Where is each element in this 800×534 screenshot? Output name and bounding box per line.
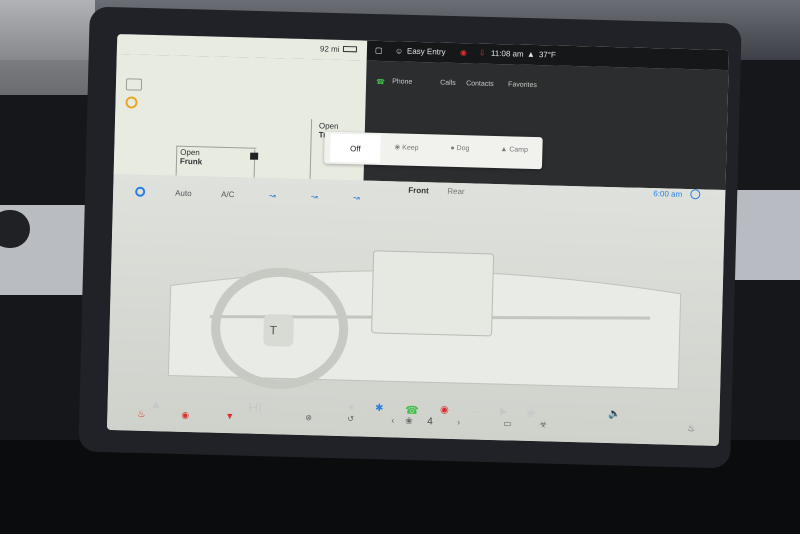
climate-dock-icon[interactable]: ❀ xyxy=(526,407,536,420)
passenger-airbag-icon: ▲ xyxy=(526,49,535,59)
lock-status-icon[interactable]: ▢ xyxy=(375,46,383,55)
outside-temp: 37°F xyxy=(538,50,556,60)
cabin-illustration: T xyxy=(167,250,682,390)
tab-contacts[interactable]: Contacts xyxy=(466,80,494,88)
auto-button[interactable]: Auto xyxy=(175,189,192,198)
mode-dog[interactable]: ● Dog xyxy=(450,145,469,152)
ac-button[interactable]: A/C xyxy=(221,190,235,199)
driver-temp[interactable]: HI xyxy=(248,400,262,416)
airflow-feet-icon[interactable]: ↝ xyxy=(311,192,318,201)
svg-text:T: T xyxy=(269,323,277,337)
tire-pressure-icon[interactable] xyxy=(125,96,138,109)
headlights-icon[interactable] xyxy=(125,78,143,91)
clock-icon[interactable] xyxy=(690,189,701,200)
more-apps-icon[interactable]: ⋯ xyxy=(470,405,481,418)
screen-illustration xyxy=(371,250,495,337)
games-icon[interactable]: ◉ xyxy=(440,405,449,416)
driver-profile[interactable]: Easy Entry xyxy=(407,47,446,57)
unlock-icon[interactable] xyxy=(250,152,259,160)
camera-icon[interactable]: ● xyxy=(348,402,354,413)
volume-icon[interactable]: 🔈 xyxy=(608,409,621,420)
download-icon[interactable]: ⇩ xyxy=(479,49,486,58)
tab-front[interactable]: Front xyxy=(408,186,429,196)
tent-icon: ▲ xyxy=(500,146,510,154)
power-icon[interactable] xyxy=(135,186,146,197)
range-text: 92 mi xyxy=(319,44,340,54)
tab-rear[interactable]: Rear xyxy=(447,187,465,196)
mode-off[interactable]: Off xyxy=(330,133,381,163)
background-trim-right xyxy=(735,190,800,280)
airflow-window-icon[interactable]: ↝ xyxy=(353,193,360,202)
mode-keep[interactable]: ❀ Keep xyxy=(394,143,418,152)
phone-icon: ☎ xyxy=(376,78,385,87)
car-icon[interactable]: ▲ xyxy=(150,397,162,411)
clock-text: 11:08 am xyxy=(490,48,524,59)
tab-calls[interactable]: Calls xyxy=(440,80,456,87)
schedule-time[interactable]: 6:00 am xyxy=(653,189,682,199)
climate-keeper-menu: Off ❀ Keep ● Dog ▲ Camp xyxy=(323,131,543,170)
media-icon[interactable]: ▶ xyxy=(500,406,508,417)
battery-icon xyxy=(342,45,358,53)
frunk-button[interactable]: Open Frunk xyxy=(180,148,203,167)
bluetooth-icon[interactable]: ✱ xyxy=(375,403,384,414)
tab-favorites[interactable]: Favorites xyxy=(508,81,537,89)
fan-small-icon: ❀ xyxy=(394,144,403,152)
touchscreen: 92 mi ▢ ☺ Easy Entry ◉ ⇩ 11:08 am ▲ 37°F… xyxy=(106,34,730,446)
phone-dock-icon[interactable]: ☎ xyxy=(405,404,419,417)
phone-title: Phone xyxy=(392,78,413,86)
airflow-face-icon[interactable]: ↝ xyxy=(269,191,276,200)
mode-camp[interactable]: ▲ Camp xyxy=(500,146,528,154)
sentry-icon[interactable]: ◉ xyxy=(460,48,467,57)
phone-panel: ☎ Phone Calls Contacts Favorites xyxy=(363,60,729,191)
profile-icon: ☺ xyxy=(394,46,404,56)
background-parked-car xyxy=(0,0,95,95)
